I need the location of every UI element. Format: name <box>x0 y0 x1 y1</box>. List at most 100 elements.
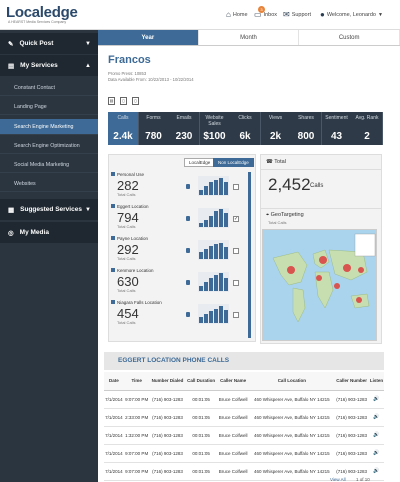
location-checkbox[interactable] <box>233 184 239 190</box>
metric-avg-rank[interactable]: Avg. Rank 2 <box>352 112 383 145</box>
mini-bar-0 <box>199 189 203 195</box>
mini-bar-2 <box>209 182 213 195</box>
column-header[interactable]: Caller Name <box>216 372 250 391</box>
mini-bar-3 <box>214 210 218 227</box>
sidebar-item-landing-page[interactable]: Landing Page <box>0 99 98 115</box>
table-row[interactable]: 7/1/2014 9:07:00 PM (716) 903-1283 00:01:05… <box>104 390 384 409</box>
user-icon: ● <box>320 10 325 19</box>
chevron-down-icon: ▼ <box>85 206 91 213</box>
sidebar-quick-post[interactable]: ✎ Quick Post ▼ <box>0 33 98 54</box>
table-row[interactable]: 7/1/2014 9:07:00 PM (716) 903-1283 00:01:05… <box>104 444 384 463</box>
location-calls-value: 454 <box>117 306 139 321</box>
metric-label: Forms <box>146 115 161 121</box>
mini-bar-0 <box>199 223 203 227</box>
column-header[interactable]: Date <box>104 372 124 391</box>
location-mini-chart <box>198 208 229 228</box>
metric-views[interactable]: Views 2k <box>260 112 292 145</box>
sidebar-suggested-services[interactable]: ▦ Suggested Services ▼ <box>0 199 98 220</box>
column-header[interactable]: Listen <box>369 372 384 391</box>
column-header[interactable]: Call Duration <box>185 372 217 391</box>
metric-website-sales[interactable]: Website Sales $100 <box>199 112 231 145</box>
metric-calls[interactable]: Calls 2.4k <box>108 112 139 145</box>
mini-bar-4 <box>219 242 223 259</box>
location-checkbox[interactable] <box>233 280 239 286</box>
nav-support[interactable]: ✉ Support <box>283 10 311 19</box>
sidebar-item-social[interactable]: Social Media Marketing <box>0 157 98 173</box>
sidebar-item-constant-contact[interactable]: Constant Contact <box>0 80 98 96</box>
total-card-title: ☎ Total <box>266 159 286 165</box>
table-row[interactable]: 7/1/2014 2:33:00 PM (716) 903-1283 00:01:05… <box>104 408 384 427</box>
nav-inbox-label: Inbox <box>263 11 278 18</box>
location-mini-chart <box>198 272 229 292</box>
toggle-localedge[interactable]: LocalEdge <box>184 158 216 167</box>
geo-map[interactable] <box>262 229 377 341</box>
user-menu[interactable]: ● Welcome, Leonardo ▼ <box>320 10 383 19</box>
table-cell: Bruce Colfwell <box>216 408 250 427</box>
tab-year[interactable]: Year <box>98 30 199 45</box>
table-cell: 9:07:00 PM <box>123 444 150 463</box>
pdf-icon[interactable]: ▯ <box>120 97 127 105</box>
metric-value: 2k <box>269 131 282 142</box>
column-header[interactable]: Number Dialed <box>149 372 186 391</box>
sidebar-my-media[interactable]: ◎ My Media <box>0 222 98 243</box>
location-checkbox[interactable] <box>233 312 239 318</box>
location-marker-icon <box>111 236 115 240</box>
speaker-icon[interactable]: 🔊 <box>369 408 384 427</box>
mini-bar-2 <box>209 246 213 259</box>
geo-card-title: ⌖ GeoTargeting <box>266 212 304 218</box>
range-tabs: Year Month Custom <box>98 30 400 46</box>
location-checkbox[interactable]: ✓ <box>233 216 239 222</box>
tab-custom[interactable]: Custom <box>299 30 400 45</box>
mini-bar-3 <box>214 274 218 291</box>
table-row[interactable]: 7/1/2014 1:32:00 PM (716) 903-1283 00:01:05… <box>104 426 384 445</box>
tab-month[interactable]: Month <box>198 30 300 45</box>
mini-bar-0 <box>199 285 203 291</box>
location-marker-icon <box>111 204 115 208</box>
speaker-icon[interactable]: 🔊 <box>369 390 384 409</box>
column-header[interactable]: Time <box>123 372 150 391</box>
nav-inbox[interactable]: ▭ 3 Inbox <box>254 6 278 19</box>
sidebar-item-seo[interactable]: Search Engine Optimization <box>0 138 98 154</box>
location-checkbox[interactable] <box>233 248 239 254</box>
mini-bar-5 <box>224 247 228 259</box>
mini-bar-4 <box>219 305 223 323</box>
my-services-label: My Services <box>20 62 58 69</box>
speaker-icon[interactable]: 🔊 <box>369 444 384 463</box>
mini-bar-4 <box>219 209 223 227</box>
sidebar-item-websites[interactable]: Websites <box>0 176 98 192</box>
column-header[interactable]: Call Location <box>249 372 335 391</box>
metric-label: Avg. Rank <box>355 115 379 121</box>
chevron-up-icon: ▲ <box>85 62 91 69</box>
metric-shares[interactable]: Shares 800 <box>291 112 322 145</box>
metric-clicks[interactable]: Clicks 6k <box>230 112 261 145</box>
speaker-icon[interactable]: 🔊 <box>369 462 384 481</box>
table-cell: 00:01:05 <box>185 390 217 409</box>
view-all-link[interactable]: View All <box>330 477 346 482</box>
location-calls-value: 292 <box>117 242 139 257</box>
metric-emails[interactable]: Emails 230 <box>169 112 200 145</box>
metric-sentiment[interactable]: Sentiment 43 <box>321 112 353 145</box>
table-cell: (716) 903-1283 <box>334 390 369 409</box>
speaker-icon[interactable]: 🔊 <box>369 426 384 445</box>
sidebar-my-services[interactable]: ▤ My Services ▲ <box>0 55 98 76</box>
table-cell: 00:01:05 <box>185 462 217 481</box>
chevron-down-icon: ▼ <box>85 40 91 47</box>
sidebar-item-sem[interactable]: Search Engine Marketing <box>0 119 98 135</box>
nav-home[interactable]: ⌂ Home <box>226 10 248 19</box>
location-calls-sub: Total Calls <box>117 192 136 197</box>
logo[interactable]: Localedge <box>6 4 78 21</box>
calls-table-wrap: Date Time Number Dialed Call Duration Caller… <box>104 372 384 481</box>
map-pin-icon: ⌖ <box>266 212 270 218</box>
table-cell: (716) 903-1283 <box>149 390 186 409</box>
location-marker-icon <box>111 268 115 272</box>
mini-bar-3 <box>214 243 218 259</box>
metric-forms[interactable]: Forms 780 <box>138 112 170 145</box>
table-cell: 00:01:05 <box>185 426 217 445</box>
column-header[interactable]: Caller Number <box>334 372 369 391</box>
print-icon[interactable]: ▤ <box>108 97 115 105</box>
toggle-non-localedge[interactable]: Non LocalEdge <box>213 158 254 167</box>
metric-value: 43 <box>330 131 343 142</box>
export-icon[interactable]: ▯ <box>132 97 139 105</box>
table-cell: 9:07:00 PM <box>123 390 150 409</box>
panel-scrollbar[interactable] <box>248 172 251 338</box>
